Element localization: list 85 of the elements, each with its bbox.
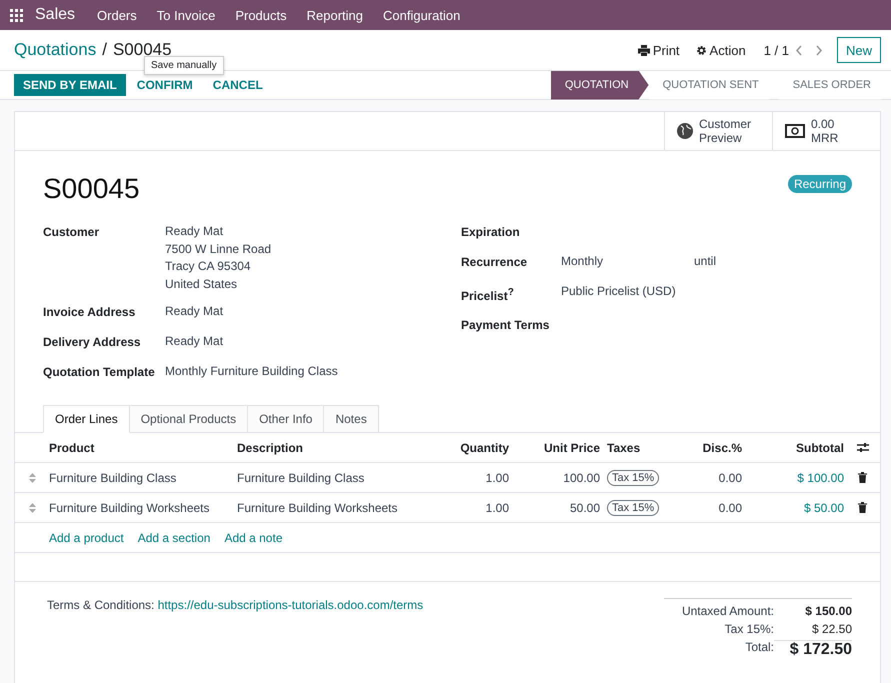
table-cell: 1.00	[486, 500, 509, 514]
table-cell: Furniture Building Worksheets	[237, 500, 398, 514]
field-label: Customer	[43, 224, 100, 241]
field-label: Delivery Address	[43, 334, 142, 351]
app-name[interactable]: Sales	[35, 6, 76, 24]
tooltip: Save manually	[144, 56, 224, 75]
field-value[interactable]: until	[694, 253, 716, 270]
total-label: Untaxed Amount:	[680, 604, 774, 618]
add-line-link[interactable]: Add a product	[49, 530, 124, 544]
notebook-tab[interactable]: Optional Products	[128, 405, 248, 433]
add-line-link[interactable]: Add a note	[224, 530, 282, 544]
next-icon[interactable]	[814, 44, 823, 56]
notebook-tab[interactable]: Other Info	[247, 405, 324, 433]
nav-menu-item[interactable]: Reporting	[296, 8, 373, 22]
field-value[interactable]: 7500 W Linne Road	[165, 240, 461, 258]
field-label: Payment Terms	[461, 317, 550, 334]
nav-menu-item[interactable]: Products	[225, 8, 297, 22]
column-header[interactable]: Taxes	[607, 440, 640, 454]
field-label: Invoice Address	[43, 304, 136, 321]
breadcrumb-separator: /	[102, 40, 107, 60]
table-cell: 50.00	[570, 500, 600, 514]
previous-icon[interactable]	[794, 44, 803, 56]
total-label: Tax 15%:	[724, 622, 774, 636]
subtotal-cell: $ 100.00	[797, 470, 844, 484]
table-cell: 1.00	[486, 470, 509, 484]
terms-text: Terms & Conditions: https://edu-subscriptions-tutorials.odoo.com/terms	[47, 598, 424, 614]
field-label: Quotation Template	[43, 364, 156, 381]
breadcrumb-link[interactable]: Quotations	[14, 40, 96, 60]
total-value: $ 150.00	[804, 604, 852, 618]
field-label: Recurrence	[461, 254, 528, 271]
apps-menu-icon[interactable]	[10, 8, 23, 22]
column-header[interactable]: Subtotal	[796, 440, 844, 454]
column-settings-icon[interactable]	[856, 442, 868, 453]
add-line-link[interactable]: Add a section	[138, 530, 210, 544]
total-value: $ 172.50	[774, 640, 852, 659]
nav-menu-item[interactable]: To Invoice	[146, 8, 226, 22]
column-header[interactable]: Disc.%	[702, 440, 742, 454]
subtotal-cell: $ 50.00	[804, 500, 844, 514]
field-value[interactable]: Monthly	[561, 253, 694, 270]
trash-icon[interactable]	[858, 472, 867, 483]
action-button[interactable]: Action	[688, 42, 754, 58]
action-button[interactable]: CONFIRM	[128, 74, 202, 96]
recurring-badge: Recurring	[788, 175, 852, 193]
total-value: $ 22.50	[810, 622, 852, 636]
table-cell: 0.00	[718, 470, 742, 484]
globe-icon	[677, 123, 693, 139]
print-button[interactable]: Print	[630, 42, 688, 58]
field-value[interactable]: Ready Mat	[165, 333, 461, 350]
nav-menu-item[interactable]: Orders	[87, 8, 147, 22]
banknote-icon	[785, 124, 805, 138]
tax-tag: Tax 15%	[607, 500, 660, 516]
record-title: S00045	[43, 173, 140, 205]
printer-icon	[638, 44, 650, 56]
notebook-tab[interactable]: Order Lines	[43, 405, 130, 433]
column-header[interactable]: Product	[49, 440, 94, 454]
table-cell: Furniture Building Worksheets	[49, 500, 210, 514]
tax-tag: Tax 15%	[607, 470, 660, 486]
action-button[interactable]: SEND BY EMAIL	[14, 74, 126, 96]
column-header[interactable]: Description	[237, 440, 304, 454]
nav-menu-item[interactable]: Configuration	[373, 8, 470, 22]
table-cell: Furniture Building Class	[237, 470, 364, 484]
pager-value: 1 / 1	[764, 42, 789, 58]
notebook-tab[interactable]: Notes	[323, 405, 379, 433]
column-header[interactable]: Quantity	[460, 440, 509, 454]
field-label: Pricelist$^{?}$	[461, 286, 515, 305]
new-button[interactable]: New	[836, 37, 881, 63]
field-value[interactable]: Public Pricelist (USD)	[561, 283, 694, 300]
table-cell: 0.00	[718, 500, 742, 514]
column-header[interactable]: Unit Price	[544, 440, 600, 454]
field-value[interactable]: United States	[165, 276, 461, 293]
drag-handle-icon[interactable]	[28, 502, 36, 512]
field-value[interactable]: Ready Mat	[165, 223, 461, 240]
trash-icon[interactable]	[858, 502, 867, 513]
terms-link[interactable]: https://edu-subscriptions-tutorials.odoo.com/terms	[158, 598, 424, 612]
settings-icon	[696, 44, 707, 56]
field-value[interactable]: Ready Mat	[165, 303, 461, 320]
field-value[interactable]: Monthly Furniture Building Class	[165, 363, 461, 380]
total-label: Total:	[744, 640, 774, 656]
action-button[interactable]: CANCEL	[204, 74, 272, 96]
table-cell: Furniture Building Class	[49, 470, 176, 484]
field-value[interactable]: Tracy CA 95304	[165, 258, 461, 276]
drag-handle-icon[interactable]	[28, 472, 36, 482]
status-step[interactable]: QUOTATION	[550, 70, 649, 100]
field-label: Expiration	[461, 224, 521, 241]
table-cell: 100.00	[563, 470, 600, 484]
